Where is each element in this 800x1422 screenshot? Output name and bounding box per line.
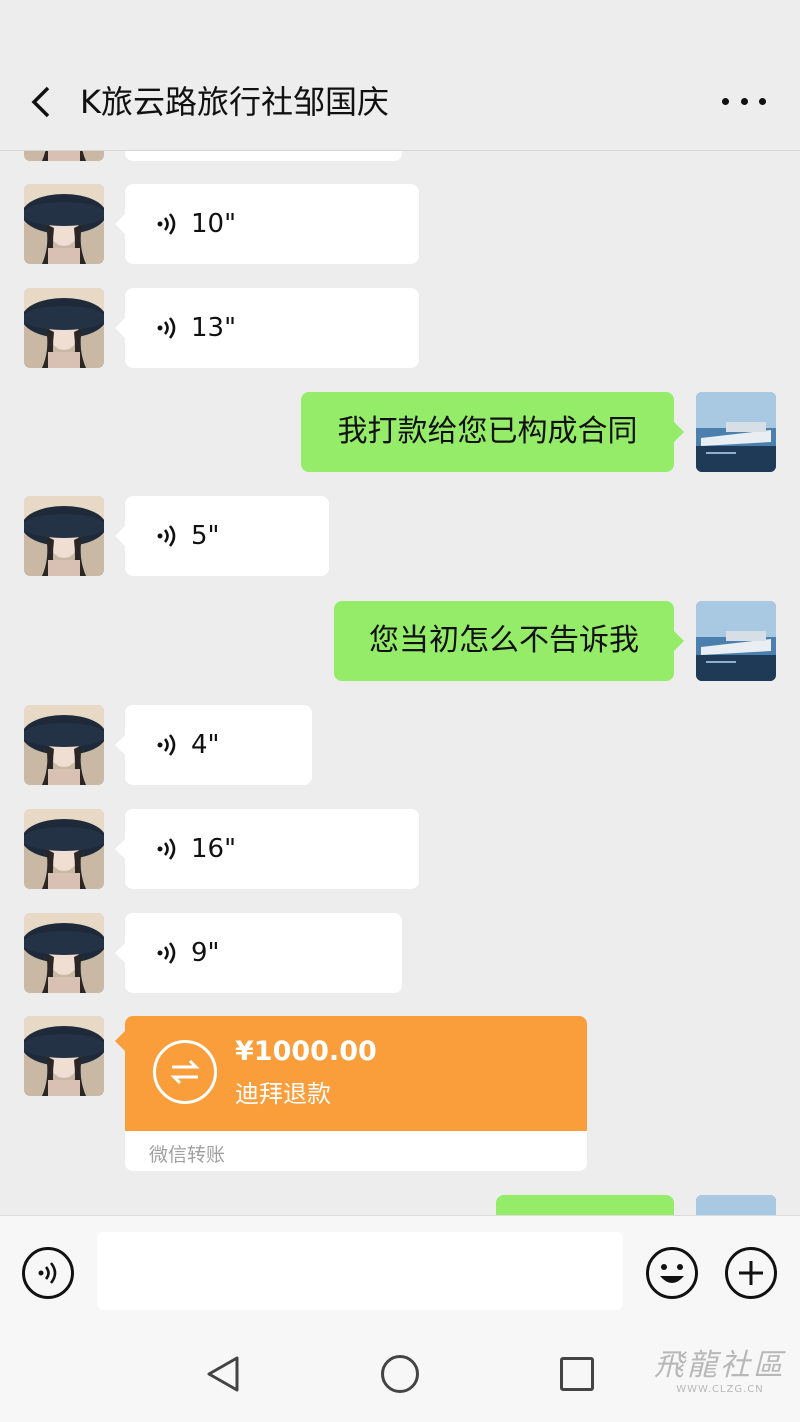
system-navigation-bar: 飛龍社區 WWW.CLZG.CN (0, 1328, 800, 1422)
my-avatar[interactable] (696, 1195, 776, 1215)
voice-duration: 5" (191, 521, 220, 551)
voice-duration: 10" (191, 209, 237, 239)
message-input[interactable] (97, 1232, 623, 1310)
voice-message-partial[interactable] (125, 151, 402, 161)
voice-message[interactable]: 9" (115, 913, 402, 993)
contact-avatar[interactable] (24, 1016, 104, 1096)
text-message-sent[interactable]: 我打款给您已构成合同 (301, 392, 684, 472)
voice-message[interactable]: 13" (115, 288, 419, 368)
contact-avatar[interactable] (24, 705, 104, 785)
smiley-icon (646, 1247, 698, 1299)
message-text: 我打款给您已构成合同 (337, 414, 638, 449)
plus-icon (739, 1261, 763, 1285)
bubble-tail (115, 1031, 125, 1051)
voice-duration: 4" (191, 730, 220, 760)
transfer-card[interactable]: ¥1000.00 迪拜退款 微信转账 (125, 1016, 587, 1171)
text-message-sent[interactable]: 您当初怎么不告诉我 (334, 601, 684, 681)
more-menu-button[interactable] (722, 86, 766, 116)
chat-title: K旅云路旅行社邹国庆 (80, 83, 389, 121)
voice-wave-icon (155, 836, 181, 862)
watermark-name: 飛龍社區 (654, 1348, 786, 1383)
transfer-icon (153, 1040, 217, 1104)
chevron-left-icon (31, 86, 50, 118)
voice-duration: 9" (191, 938, 220, 968)
dot-icon (740, 97, 748, 105)
dot-icon (722, 97, 729, 105)
message-text: 您当初怎么不告诉我 (369, 623, 639, 658)
voice-wave-icon (155, 523, 181, 549)
contact-avatar[interactable] (24, 151, 104, 161)
contact-avatar[interactable] (24, 913, 104, 993)
emoji-button[interactable] (645, 1246, 699, 1300)
more-functions-button[interactable] (725, 1247, 777, 1299)
nav-home-icon[interactable] (381, 1355, 419, 1393)
voice-wave-icon (155, 940, 181, 966)
voice-message[interactable]: 16" (115, 809, 419, 889)
back-button[interactable] (22, 78, 62, 126)
contact-avatar[interactable] (24, 184, 104, 264)
my-avatar[interactable] (696, 392, 776, 472)
input-bar (0, 1215, 800, 1328)
voice-message[interactable]: 10" (115, 184, 419, 264)
nav-back-icon[interactable] (205, 1354, 241, 1394)
contact-avatar[interactable] (24, 809, 104, 889)
voice-duration: 13" (191, 313, 237, 343)
site-watermark: 飛龍社區 WWW.CLZG.CN (654, 1348, 786, 1395)
nav-recent-apps-icon[interactable] (560, 1357, 594, 1391)
voice-wave-icon (155, 732, 181, 758)
voice-duration: 16" (191, 834, 237, 864)
transfer-amount: ¥1000.00 (235, 1036, 377, 1067)
message-list[interactable]: 10" 13" 我打款给您已构成合同 5" 您当初怎么不告诉我 4" 16" 9… (0, 151, 800, 1215)
transfer-header: ¥1000.00 迪拜退款 (125, 1016, 587, 1131)
voice-message[interactable]: 5" (115, 496, 329, 576)
voice-wave-icon (155, 315, 181, 341)
contact-avatar[interactable] (24, 288, 104, 368)
watermark-url: WWW.CLZG.CN (676, 1384, 764, 1395)
voice-input-button[interactable] (22, 1247, 74, 1299)
transfer-note: 迪拜退款 (235, 1080, 331, 1108)
my-avatar[interactable] (696, 601, 776, 681)
chat-header: K旅云路旅行社邹国庆 (0, 0, 800, 151)
text-message-sent-partial[interactable] (496, 1195, 674, 1215)
voice-wave-icon (36, 1260, 62, 1286)
contact-avatar[interactable] (24, 496, 104, 576)
dot-icon (759, 97, 766, 105)
voice-message[interactable]: 4" (115, 705, 312, 785)
voice-wave-icon (155, 211, 181, 237)
transfer-footer-label: 微信转账 (149, 1144, 226, 1166)
